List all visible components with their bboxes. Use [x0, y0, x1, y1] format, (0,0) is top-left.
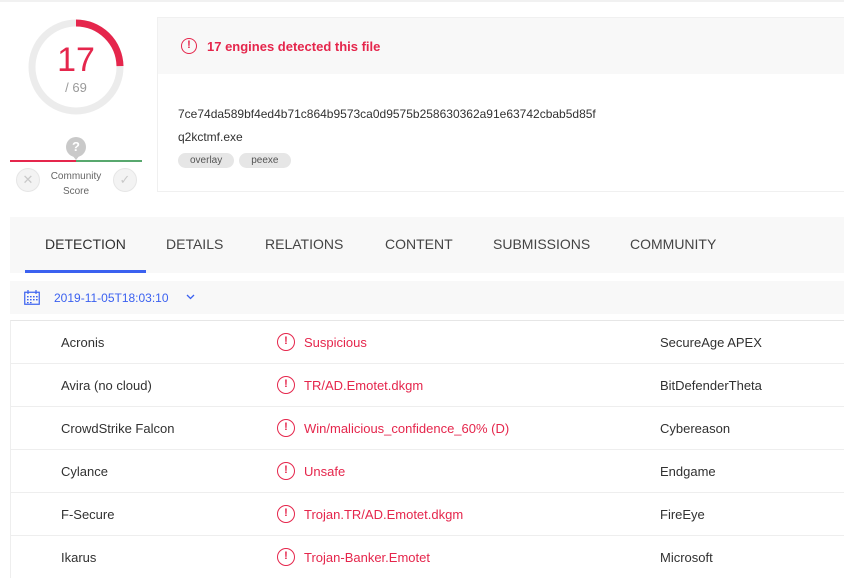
engine-name: F-Secure: [61, 507, 115, 522]
tag-overlay[interactable]: overlay: [178, 153, 235, 168]
engine-name: CrowdStrike Falcon: [61, 421, 175, 436]
file-summary-card: ! 17 engines detected this file 7ce74da5…: [157, 17, 844, 192]
engine-name: Ikarus: [61, 550, 97, 565]
analysis-date: 2019-11-05T18:03:10: [54, 291, 169, 305]
calendar-icon: [24, 290, 40, 305]
table-row: Ikarus! Trojan-Banker.Emotet Microsoft: [10, 535, 844, 578]
close-icon: ✕: [22, 172, 34, 187]
active-tab-indicator: [25, 270, 146, 273]
tab-details[interactable]: DETAILS: [166, 217, 223, 273]
file-tags: overlay peexe: [178, 153, 291, 168]
detection-result: Win/malicious_confidence_60% (D): [304, 421, 510, 436]
engine-name: Cylance: [61, 464, 108, 479]
alert-icon: !: [277, 376, 295, 394]
engine-total: / 69: [65, 80, 87, 95]
engine-name-secondary: Cybereason: [660, 421, 731, 436]
engine-name: Avira (no cloud): [61, 378, 152, 393]
table-row: Acronis! Suspicious SecureAge APEX: [10, 320, 844, 363]
engine-name-secondary: Microsoft: [660, 550, 713, 565]
community-bar-positive: [76, 160, 142, 162]
tab-submissions[interactable]: SUBMISSIONS: [493, 217, 590, 273]
community-score: ? ✕ Community Score ✓: [10, 137, 142, 197]
alert-icon: !: [277, 548, 295, 566]
community-label-line1: Community: [50, 171, 102, 182]
community-label-line2: Score: [62, 186, 90, 197]
file-name: q2kctmf.exe: [178, 130, 243, 144]
tag-peexe[interactable]: peexe: [239, 153, 291, 168]
engine-name-secondary: BitDefenderTheta: [660, 378, 762, 393]
tab-community[interactable]: COMMUNITY: [630, 217, 716, 273]
analysis-date-selector[interactable]: 2019-11-05T18:03:10: [10, 281, 844, 314]
alert-icon: !: [277, 333, 295, 351]
tab-bar: DETECTION DETAILS RELATIONS CONTENT SUBM…: [10, 217, 844, 273]
tab-content[interactable]: CONTENT: [385, 217, 453, 273]
tab-relations[interactable]: RELATIONS: [265, 217, 343, 273]
detections-table: Acronis! Suspicious SecureAge APEX Avira (n…: [10, 320, 844, 578]
alert-icon: !: [181, 38, 197, 54]
detection-result: TR/AD.Emotet.dkgm: [304, 378, 424, 393]
downvote-button[interactable]: ✕: [16, 168, 40, 192]
top-border: [0, 0, 844, 2]
alert-icon: !: [277, 419, 295, 437]
chevron-down-icon: [186, 294, 195, 300]
detection-result: Unsafe: [304, 464, 346, 479]
detection-alert-bar: ! 17 engines detected this file: [158, 18, 844, 74]
detection-score: 17 / 69: [26, 17, 126, 117]
table-row: CrowdStrike Falcon! Win/malicious_confide…: [10, 406, 844, 449]
engine-name: Acronis: [61, 335, 105, 350]
community-score-label: Community Score: [40, 169, 112, 199]
file-hash[interactable]: 7ce74da589bf4ed4b71c864b9573ca0d9575b258…: [178, 107, 596, 121]
detection-result: Suspicious: [304, 335, 367, 350]
engine-name-secondary: Endgame: [660, 464, 716, 479]
check-icon: ✓: [119, 172, 131, 187]
tab-detection[interactable]: DETECTION: [45, 217, 126, 273]
alert-icon: !: [277, 505, 295, 523]
detected-count: 17: [57, 41, 95, 79]
upvote-button[interactable]: ✓: [113, 168, 137, 192]
table-row: Cylance! Unsafe Endgame: [10, 449, 844, 492]
question-icon[interactable]: ?: [66, 137, 86, 157]
engine-name-secondary: SecureAge APEX: [660, 335, 762, 350]
alert-icon: !: [277, 462, 295, 480]
table-row: Avira (no cloud)! TR/AD.Emotet.dkgm BitDef…: [10, 363, 844, 406]
engine-name-secondary: FireEye: [660, 507, 705, 522]
community-bar-negative: [10, 160, 76, 162]
detection-alert-text: 17 engines detected this file: [207, 39, 381, 54]
detection-result: Trojan.TR/AD.Emotet.dkgm: [304, 507, 464, 522]
table-row: F-Secure! Trojan.TR/AD.Emotet.dkgm FireEye: [10, 492, 844, 535]
detection-result: Trojan-Banker.Emotet: [304, 550, 430, 565]
